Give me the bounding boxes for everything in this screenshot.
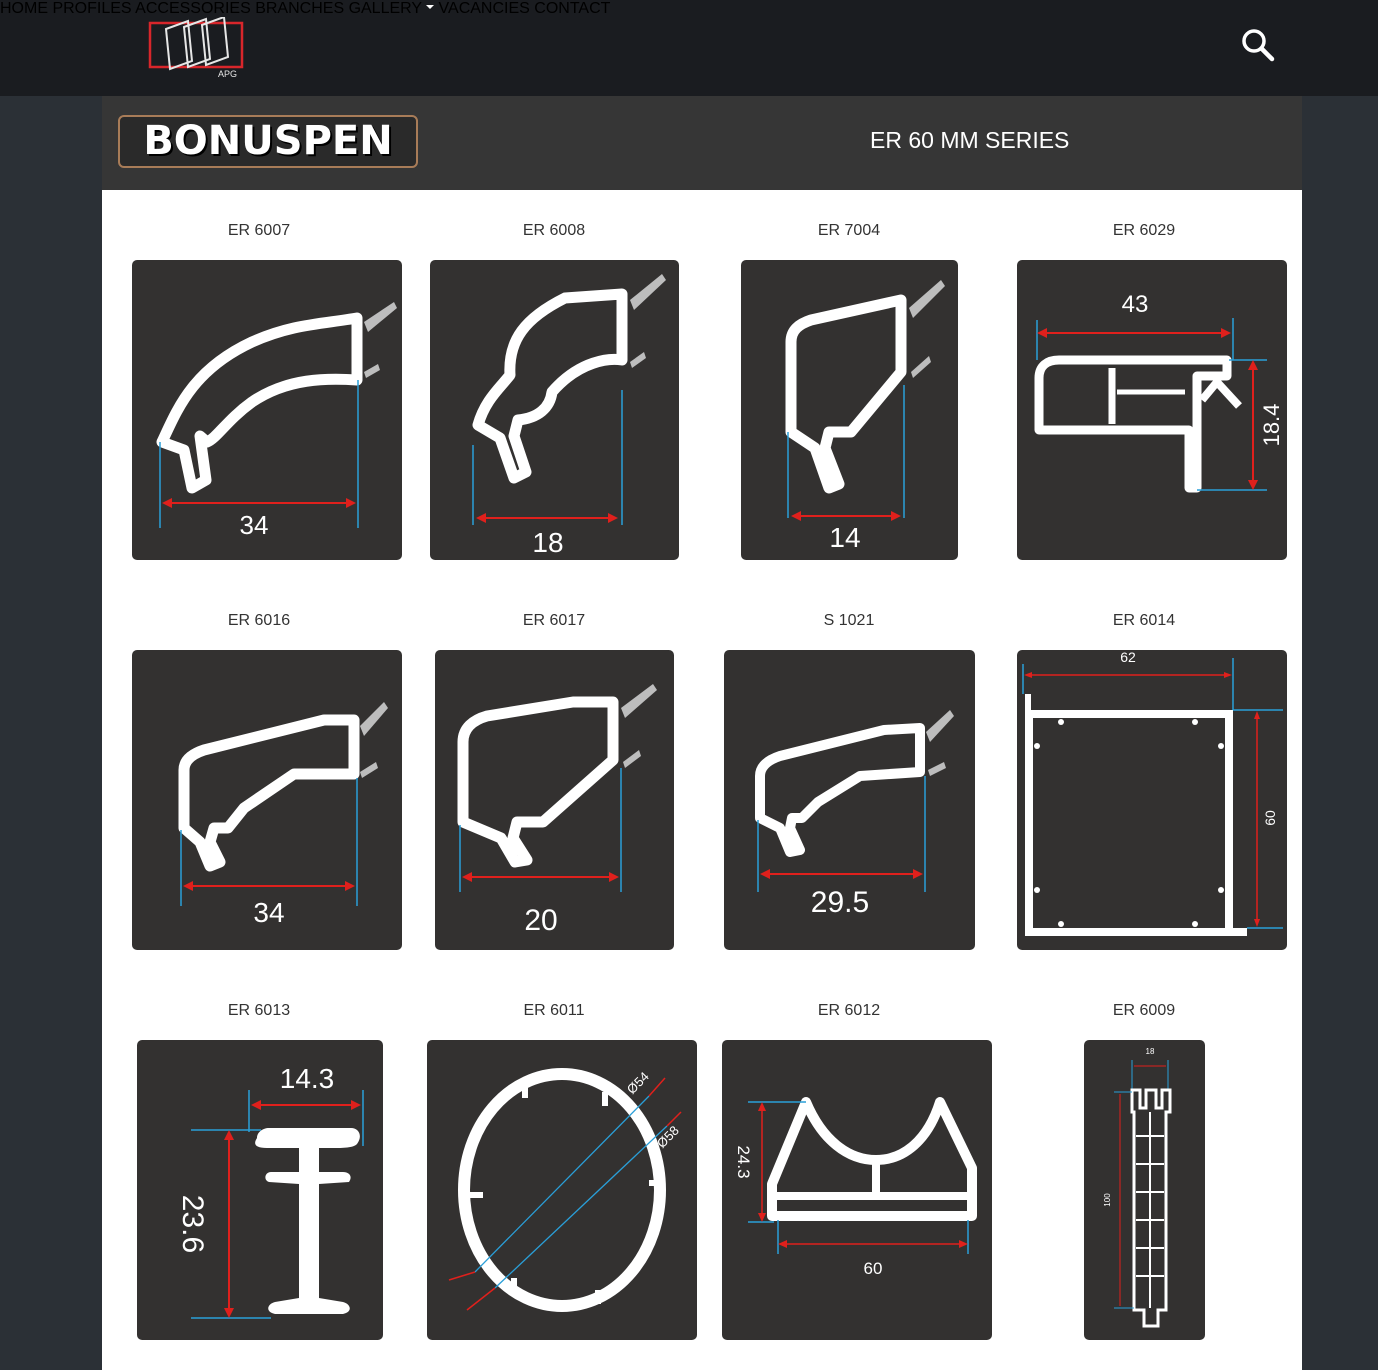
product-code: S 1021 (823, 612, 875, 629)
product-image-er6017[interactable]: 20 (435, 650, 674, 950)
product-code: ER 6016 (227, 612, 291, 629)
dimension-label: 18.4 (1259, 404, 1284, 447)
dimension-label: 14.3 (280, 1063, 335, 1094)
product-image-er6009[interactable]: 18 100 (1084, 1040, 1205, 1340)
nav-gallery-label: GALLERY (348, 0, 423, 17)
product-code: ER 6013 (227, 1002, 291, 1019)
dimension-label: 100 (1103, 1193, 1112, 1207)
product-image-er6016[interactable]: 34 (132, 650, 402, 950)
product-image-er6029[interactable]: 43 18.4 (1017, 260, 1287, 560)
nav-profiles[interactable]: PROFILES (52, 0, 131, 17)
logo-caption: APG (218, 69, 237, 79)
product-image-er6014[interactable]: 62 60 (1017, 650, 1287, 950)
product-code: ER 6012 (817, 1002, 881, 1019)
product-code: ER 6029 (1112, 222, 1176, 239)
dimension-label: 18 (1146, 1047, 1155, 1056)
nav-branches[interactable]: BRANCHES (255, 0, 344, 17)
product-code: ER 6007 (227, 222, 291, 239)
series-title: ER 60 MM SERIES (870, 127, 1070, 153)
bonuspen-logo: BONUSPEN (118, 115, 418, 168)
dimension-label: 62 (1120, 650, 1136, 665)
product-image-s1021[interactable]: 29.5 (724, 650, 975, 950)
dimension-label: 29.5 (811, 886, 869, 919)
dimension-label: 34 (240, 510, 269, 540)
chevron-down-icon (426, 4, 435, 9)
dimension-label: 60 (1262, 810, 1278, 826)
product-image-er6008[interactable]: 18 (430, 260, 679, 560)
dimension-label: 14 (829, 522, 860, 553)
product-code: ER 7004 (817, 222, 881, 239)
dimension-label: 20 (524, 904, 557, 937)
brand-name: BONUSPEN (143, 118, 393, 164)
dimension-label: 34 (253, 897, 284, 928)
dimension-label: Ø54 (624, 1069, 652, 1097)
product-image-er6007[interactable]: 34 (132, 260, 402, 560)
product-code: ER 6008 (522, 222, 586, 239)
nav-vacancies[interactable]: VACANCIES (439, 0, 530, 17)
product-image-er6011[interactable]: Ø54 Ø58 (427, 1040, 697, 1340)
product-code: ER 6009 (1112, 1002, 1176, 1019)
product-image-er6012[interactable]: 24.3 60 (722, 1040, 992, 1340)
product-image-er6013[interactable]: 14.3 23.6 (137, 1040, 383, 1340)
series-header: BONUSPEN ER 60 MM SERIES (102, 96, 1302, 190)
nav-contact[interactable]: CONTACT (534, 0, 610, 17)
apg-logo[interactable]: APG (148, 15, 246, 81)
dimension-label: 24.3 (734, 1145, 753, 1178)
product-code: ER 6014 (1112, 612, 1176, 629)
nav-home[interactable]: HOME (0, 0, 48, 17)
product-image-er7004[interactable]: 14 (741, 260, 958, 560)
search-icon[interactable] (1240, 27, 1276, 63)
product-code: ER 6011 (523, 1002, 585, 1019)
nav-accessories[interactable]: ACCESSORIES (135, 0, 251, 17)
dimension-label: 18 (532, 527, 563, 558)
dimension-label: 43 (1122, 291, 1149, 318)
dimension-label: 60 (864, 1259, 883, 1278)
nav-gallery[interactable]: GALLERY (349, 0, 435, 17)
product-code: ER 6017 (522, 612, 586, 629)
dimension-label: 23.6 (176, 1195, 209, 1253)
top-navbar: APG HOME PROFILES ACCESSORIES BRANCHES G… (0, 0, 1378, 96)
